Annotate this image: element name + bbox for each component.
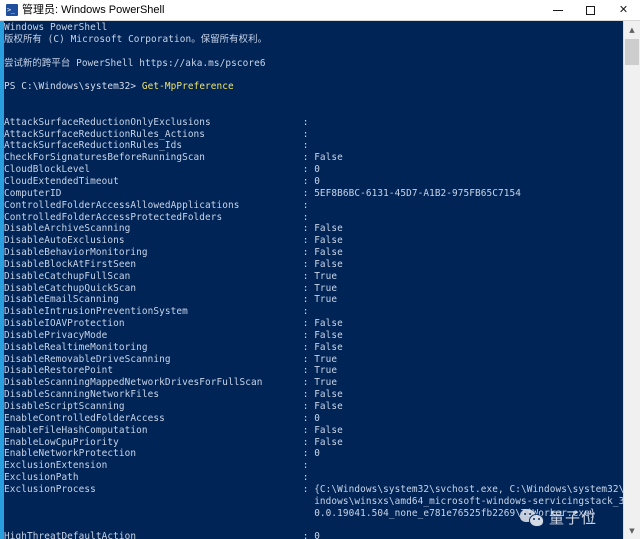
console-line: HighThreatDefaultAction : 0 (4, 531, 320, 539)
console-line: DisableIntrusionPreventionSystem : (4, 306, 315, 318)
console-line: CheckForSignaturesBeforeRunningScan : Fa… (4, 152, 343, 164)
console-line: DisableRestorePoint : True (4, 365, 338, 377)
console-line: Windows PowerShell (4, 22, 108, 33)
console-line: EnableFileHashComputation : False (4, 424, 343, 436)
console-line: CloudBlockLevel : 0 (4, 164, 320, 176)
console-line: PS C:\Windows\system32> Get-MpPreference (4, 81, 234, 93)
console-line: DisableBehaviorMonitoring : False (4, 247, 343, 259)
console-line: ExclusionProcess : {C:\Windows\system32\… (4, 483, 623, 495)
console-line: DisablePrivacyMode : False (4, 329, 343, 341)
console-line: DisableIOAVProtection : False (4, 318, 343, 330)
console-line: DisableRealtimeMonitoring : False (4, 341, 343, 353)
console-line: DisableCatchupFullScan : True (4, 270, 338, 282)
wechat-icon (519, 509, 544, 527)
close-button[interactable]: ✕ (607, 0, 640, 21)
console-line: ControlledFolderAccessAllowedApplication… (4, 199, 315, 211)
minimize-button[interactable] (541, 0, 574, 21)
console-line: DisableScanningNetworkFiles : False (4, 389, 343, 401)
minimize-icon (552, 9, 563, 11)
console-line: EnableControlledFolderAccess : 0 (4, 412, 320, 424)
console-line: ExclusionExtension : (4, 460, 315, 472)
console-line: DisableCatchupQuickScan : True (4, 282, 338, 294)
console-line: EnableNetworkProtection : 0 (4, 448, 320, 460)
watermark-text: 量子位 (548, 508, 597, 527)
console-line: CloudExtendedTimeout : 0 (4, 175, 320, 187)
maximize-button[interactable] (574, 0, 607, 21)
watermark: 量子位 (519, 508, 597, 527)
console-output-area[interactable]: Windows PowerShell 版权所有 (C) Microsoft Cor… (0, 21, 623, 539)
scrollbar-thumb[interactable] (625, 39, 639, 65)
window-controls: ✕ (541, 0, 640, 21)
console-line: AttackSurfaceReductionOnlyExclusions : (4, 116, 315, 128)
powershell-window: 管理员: Windows PowerShell ✕ Windows PowerS… (0, 0, 640, 539)
console-line: ComputerID : 5EF8B6BC-6131-45D7-A1B2-975… (4, 187, 521, 199)
console-line: ControlledFolderAccessProtectedFolders : (4, 211, 315, 223)
maximize-icon (586, 5, 595, 15)
console-line: ExclusionPath : (4, 472, 315, 484)
window-title: 管理员: Windows PowerShell (22, 3, 165, 16)
console-line: DisableArchiveScanning : False (4, 223, 343, 235)
console-line: DisableAutoExclusions : False (4, 235, 343, 247)
vertical-scrollbar[interactable]: ▲ ▼ (623, 21, 640, 539)
scroll-up-arrow-icon[interactable]: ▲ (624, 21, 640, 38)
console-line: DisableBlockAtFirstSeen : False (4, 258, 343, 270)
console-line: 版权所有 (C) Microsoft Corporation。保留所有权利。 (4, 33, 268, 45)
console-line: AttackSurfaceReductionRules_Ids : (4, 140, 315, 152)
console-line: DisableEmailScanning : True (4, 294, 338, 306)
powershell-icon (6, 4, 18, 16)
console-line: AttackSurfaceReductionRules_Actions : (4, 128, 315, 140)
console-line: DisableScanningMappedNetworkDrivesForFul… (4, 377, 338, 389)
title-bar[interactable]: 管理员: Windows PowerShell ✕ (0, 0, 640, 21)
console-text: Windows PowerShell 版权所有 (C) Microsoft Cor… (4, 22, 623, 539)
console-line: DisableRemovableDriveScanning : True (4, 353, 338, 365)
console-line: EnableLowCpuPriority : False (4, 436, 343, 448)
scroll-down-arrow-icon[interactable]: ▼ (624, 522, 640, 539)
console-line: indows\winsxs\amd64_microsoft-windows-se… (314, 495, 623, 507)
console-line: 尝试新的跨平台 PowerShell https://aka.ms/pscore… (4, 57, 266, 69)
console-line: DisableScriptScanning : False (4, 401, 343, 412)
